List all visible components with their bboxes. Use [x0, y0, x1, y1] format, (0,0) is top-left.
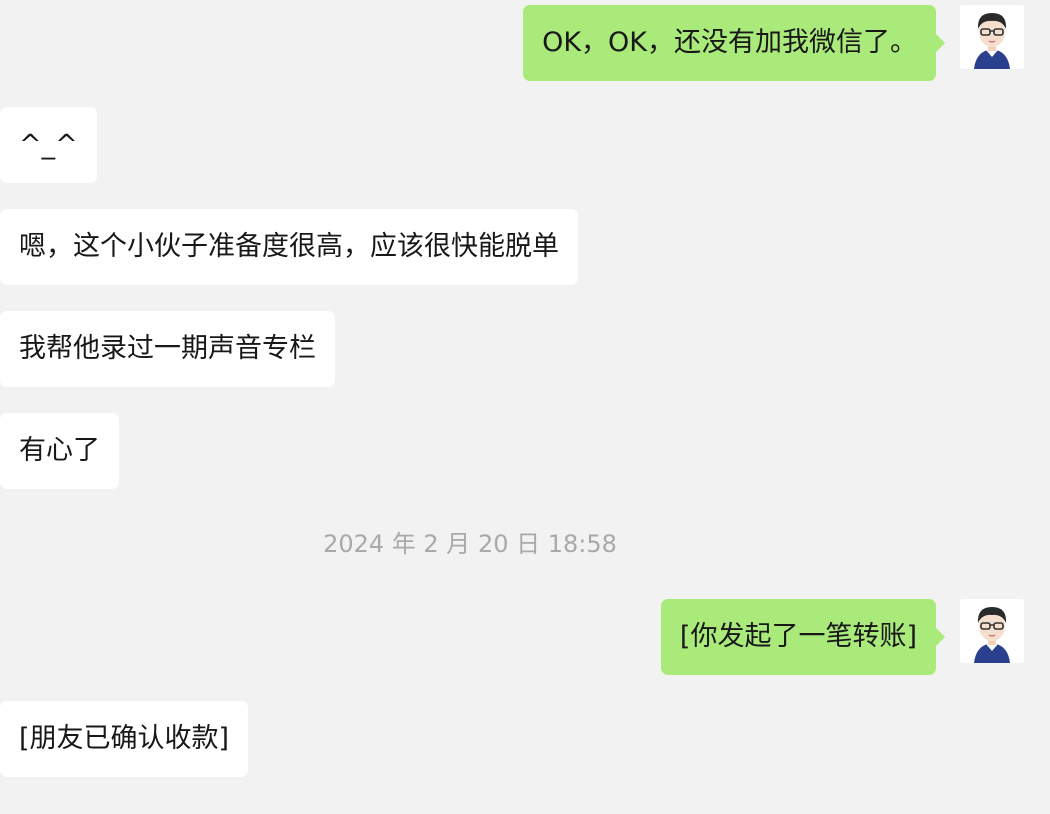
outgoing-transfer-bubble[interactable]: [你发起了一笔转账] [660, 599, 946, 675]
message-text: 嗯，这个小伙子准备度很高，应该很快能脱单 [19, 231, 559, 262]
incoming-message-bubble[interactable]: 我帮他录过一期声音专栏 [0, 311, 335, 387]
message-text: [朋友已确认收款] [19, 723, 230, 754]
message-text: 我帮他录过一期声音专栏 [19, 333, 316, 364]
user-avatar[interactable] [960, 599, 1024, 663]
message-text: 有心了 [19, 435, 100, 466]
message-text: [你发起了一笔转账] [679, 621, 917, 652]
message-text: ^_^ [19, 129, 78, 160]
incoming-transfer-receipt-bubble[interactable]: [朋友已确认收款] [0, 701, 249, 777]
outgoing-message-bubble[interactable]: OK，OK，还没有加我微信了。 [523, 5, 945, 81]
incoming-message-bubble[interactable]: 有心了 [0, 413, 119, 489]
cartoon-man-glasses-avatar-icon [960, 5, 1024, 69]
message-text: OK，OK，还没有加我微信了。 [542, 27, 917, 58]
incoming-message-bubble[interactable]: ^_^ [0, 107, 97, 183]
incoming-message-bubble[interactable]: 嗯，这个小伙子准备度很高，应该很快能脱单 [0, 209, 578, 285]
message-timestamp: 2024 年 2 月 20 日 18:58 [323, 530, 617, 558]
cartoon-man-glasses-avatar-icon [960, 599, 1024, 663]
user-avatar[interactable] [960, 5, 1024, 69]
